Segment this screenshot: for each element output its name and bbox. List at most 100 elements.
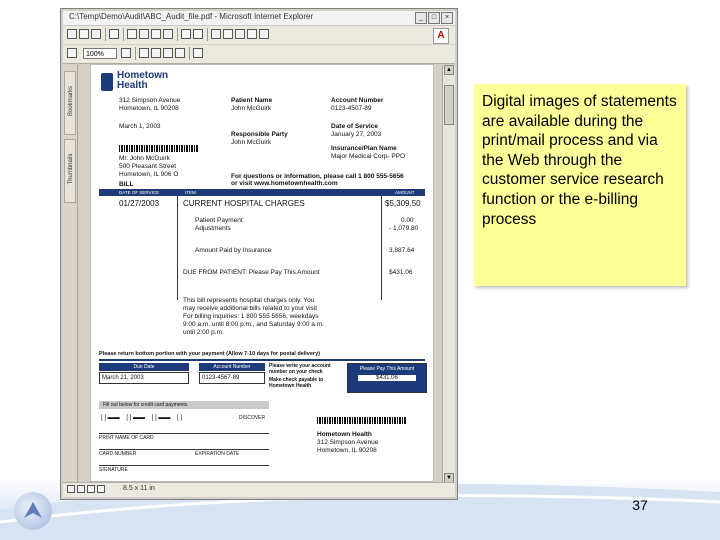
toolbar-separator [207, 28, 208, 41]
fit-width-icon[interactable] [163, 48, 173, 58]
acct-label: Account Number [199, 363, 265, 371]
callout-box: Digital images of statements are availab… [474, 84, 686, 286]
tab-thumbnails[interactable]: Thumbnails [64, 139, 76, 203]
toolbar-separator [123, 28, 124, 41]
pay-this-label: Please Pay This Amount [359, 366, 415, 372]
print-icon[interactable] [79, 29, 89, 39]
table-divider [177, 196, 178, 300]
email-icon[interactable] [91, 29, 101, 39]
date-of-service: January 27, 2003 [331, 131, 382, 138]
insurance-name: Major Medical Corp- PPO [331, 153, 406, 160]
graphics-select-icon[interactable] [247, 29, 257, 39]
hometown-health-logo-icon [101, 73, 113, 91]
date-of-service-label: Date of Service [331, 123, 378, 130]
table-divider [381, 196, 382, 300]
row4-amount: $431.06 [389, 269, 413, 276]
acct-number-box: 0123-4567-89 [199, 372, 265, 384]
bill-table-header: DATE OF SERVICE ITEM AMOUNT [99, 189, 425, 196]
zoom-field[interactable]: 100% [83, 48, 117, 59]
hand-tool-icon[interactable] [211, 29, 221, 39]
page-size: 8.5 x 11 in [123, 485, 155, 492]
search-icon[interactable] [109, 29, 119, 39]
status-bar: 8.5 x 11 in [63, 482, 455, 497]
return-rule [99, 359, 425, 361]
acrobat-logo-icon: A [433, 28, 449, 44]
row2-amount1: 0.00 [401, 217, 414, 224]
window-title: C:\Temp\Demo\Audit\ABC_Audit_file.pdf - … [69, 12, 314, 21]
toolbar-separator [105, 28, 106, 41]
last-page-icon[interactable] [97, 485, 105, 493]
close-button[interactable]: × [441, 12, 453, 24]
previous-page-icon[interactable] [77, 485, 85, 493]
fit-page-icon[interactable] [151, 48, 161, 58]
row2-item2: Adjustments [195, 225, 231, 232]
questions-line2: or visit www.hometownhealth.com [231, 180, 338, 187]
footer-logo-icon [14, 492, 52, 530]
pay-amount-box: Please Pay This Amount $431.06 [347, 363, 427, 393]
org-address1: 312 Simpson Avenue [119, 97, 181, 104]
next-page-icon[interactable] [87, 485, 95, 493]
note-line4: 9:00 a.m. until 8:00 p.m., and Saturday … [183, 321, 324, 328]
vertical-scrollbar[interactable]: ▲ ▼ [442, 65, 455, 483]
card-checkboxes[interactable]: [ ] ▬▬ [ ] ▬▬ [ ] ▬▬ [ ] [101, 415, 182, 421]
remit-barcode [317, 417, 407, 424]
text-select-icon[interactable] [235, 29, 245, 39]
card-number-label: CARD NUMBER [99, 451, 137, 457]
note-line2: may receive additional bills related to … [183, 305, 318, 312]
scroll-thumb[interactable] [444, 85, 454, 125]
row1-date: 01/27/2003 [119, 199, 160, 208]
forward-icon[interactable] [193, 29, 203, 39]
signature-label: SIGNATURE [99, 467, 128, 473]
maximize-button[interactable]: □ [428, 12, 440, 24]
last-page-icon[interactable] [163, 29, 173, 39]
tab-bookmarks[interactable]: Bookmarks [64, 71, 76, 135]
zoom-in-icon[interactable] [121, 48, 131, 58]
slide-page-number: 37 [632, 497, 648, 513]
bill-label: BILL [119, 181, 134, 188]
scroll-up-icon[interactable]: ▲ [444, 65, 454, 75]
navigation-pane-tabs: Bookmarks Thumbnails [63, 65, 78, 485]
account-number-label: Account Number [331, 97, 384, 104]
write-account-note: Please write your account number on your… [269, 363, 331, 375]
print-name-label: PRINT NAME OF CARD [99, 435, 154, 441]
toolbar-separator [189, 47, 190, 60]
minimize-button[interactable]: _ [415, 12, 427, 24]
pay-this-amount: $431.06 [358, 375, 416, 381]
first-page-icon[interactable] [67, 485, 75, 493]
responsible-party-label: Responsible Party [231, 131, 288, 138]
document-page: Hometown Health 312 Simpson Avenue Homet… [90, 64, 434, 482]
patient-name: John McGuirk [231, 105, 272, 112]
text-tool-icon[interactable] [193, 48, 203, 58]
account-number: 0123-4507-89 [331, 105, 372, 112]
payable-note: Make check payable to Hometown Health [269, 377, 324, 389]
due-date-box: March 21, 2003 [99, 372, 189, 384]
due-date-label: Due Date [99, 363, 189, 371]
toolbar-separator [177, 28, 178, 41]
zoom-out-icon[interactable] [67, 48, 77, 58]
addressee-line2: 500 Pleasant Street [119, 163, 177, 170]
remit-line2: 312 Simpson Avenue [317, 439, 379, 446]
save-icon[interactable] [67, 29, 77, 39]
addressee-line1: Mr. John McGuirk [119, 155, 170, 162]
col-amount-header: AMOUNT [395, 190, 415, 195]
next-page-icon[interactable] [151, 29, 161, 39]
rotate-icon[interactable] [175, 48, 185, 58]
org-logo-text: Hometown Health [117, 70, 169, 91]
previous-page-icon[interactable] [139, 29, 149, 39]
expiration-label: EXPIRATION DATE [195, 451, 240, 457]
zoom-tool-icon[interactable] [223, 29, 233, 39]
browser-toolbar: A [63, 26, 455, 44]
form-rule [99, 449, 269, 450]
find-icon[interactable] [259, 29, 269, 39]
row4-item: DUE FROM PATIENT: Please Pay This Amount [183, 269, 320, 276]
statement-date: March 1, 2003 [119, 123, 161, 130]
actual-size-icon[interactable] [139, 48, 149, 58]
note-line5: until 2:00 p.m. [183, 329, 224, 336]
row1-item: CURRENT HOSPITAL CHARGES [183, 199, 305, 208]
first-page-icon[interactable] [127, 29, 137, 39]
row2-amount2: - 1,079.80 [389, 225, 419, 232]
window-titlebar: C:\Temp\Demo\Audit\ABC_Audit_file.pdf - … [63, 11, 455, 26]
remit-line3: Hometown, IL 90208 [317, 447, 377, 454]
row3-item: Amount Paid by Insurance [195, 247, 272, 254]
back-icon[interactable] [181, 29, 191, 39]
